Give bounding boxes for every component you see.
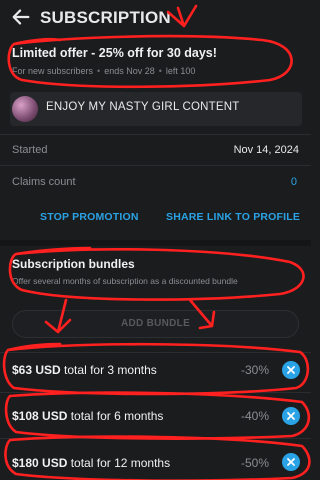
bundle-row: $108 USD total for 6 months	[12, 409, 163, 423]
add-bundle-label: ADD BUNDLE	[120, 318, 191, 329]
claims-count-label: Claims count	[12, 176, 76, 188]
offer-title: Limited offer - 25% off for 30 days!	[12, 46, 217, 60]
bundle-discount: -30%	[241, 363, 270, 377]
page-title: SUBSCRIPTION	[40, 8, 171, 27]
bundle-term: total for 12 months	[70, 456, 171, 470]
bundle-discount: -50%	[241, 456, 270, 470]
claims-count-value[interactable]: 0	[291, 176, 297, 188]
bundle-price: $108 USD	[12, 409, 68, 423]
bundle-price: $63 USD	[12, 363, 61, 377]
divider	[0, 134, 311, 135]
avatar	[12, 96, 38, 122]
divider	[0, 438, 311, 439]
bundle-term: total for 6 months	[70, 409, 164, 423]
remove-bundle-button[interactable]	[282, 453, 300, 471]
close-icon	[287, 366, 295, 374]
separator-dot: •	[97, 66, 101, 76]
close-icon	[287, 412, 295, 420]
offer-left: left 100	[165, 66, 196, 76]
back-arrow-icon[interactable]	[10, 6, 32, 28]
offer-audience: For new subscribers	[12, 66, 94, 76]
offer-details: For new subscribers • ends Nov 28 • left 100	[12, 66, 195, 76]
offer-ends: ends Nov 28	[104, 66, 155, 76]
started-value: Nov 14, 2024	[233, 144, 299, 156]
bundle-term: total for 3 months	[64, 363, 157, 377]
section-separator	[0, 240, 311, 246]
separator-dot: •	[158, 66, 162, 76]
stop-promotion-button[interactable]: STOP PROMOTION	[40, 211, 139, 223]
bundle-discount: -40%	[241, 409, 270, 423]
divider	[0, 352, 311, 353]
bundle-row: $63 USD total for 3 months	[12, 363, 157, 377]
bundle-row: $180 USD total for 12 months	[12, 456, 170, 470]
divider	[0, 392, 311, 393]
share-link-button[interactable]: SHARE LINK TO PROFILE	[166, 211, 300, 223]
divider	[0, 165, 311, 166]
started-label: Started	[12, 144, 48, 156]
bundles-subtitle: Offer several months of subscription as …	[12, 276, 238, 286]
close-icon	[287, 458, 295, 466]
bundle-price: $180 USD	[12, 456, 68, 470]
remove-bundle-button[interactable]	[282, 407, 300, 425]
bundles-title: Subscription bundles	[12, 257, 135, 271]
promo-message-text: ENJOY MY NASTY GIRL CONTENT	[46, 101, 240, 113]
remove-bundle-button[interactable]	[282, 361, 300, 379]
